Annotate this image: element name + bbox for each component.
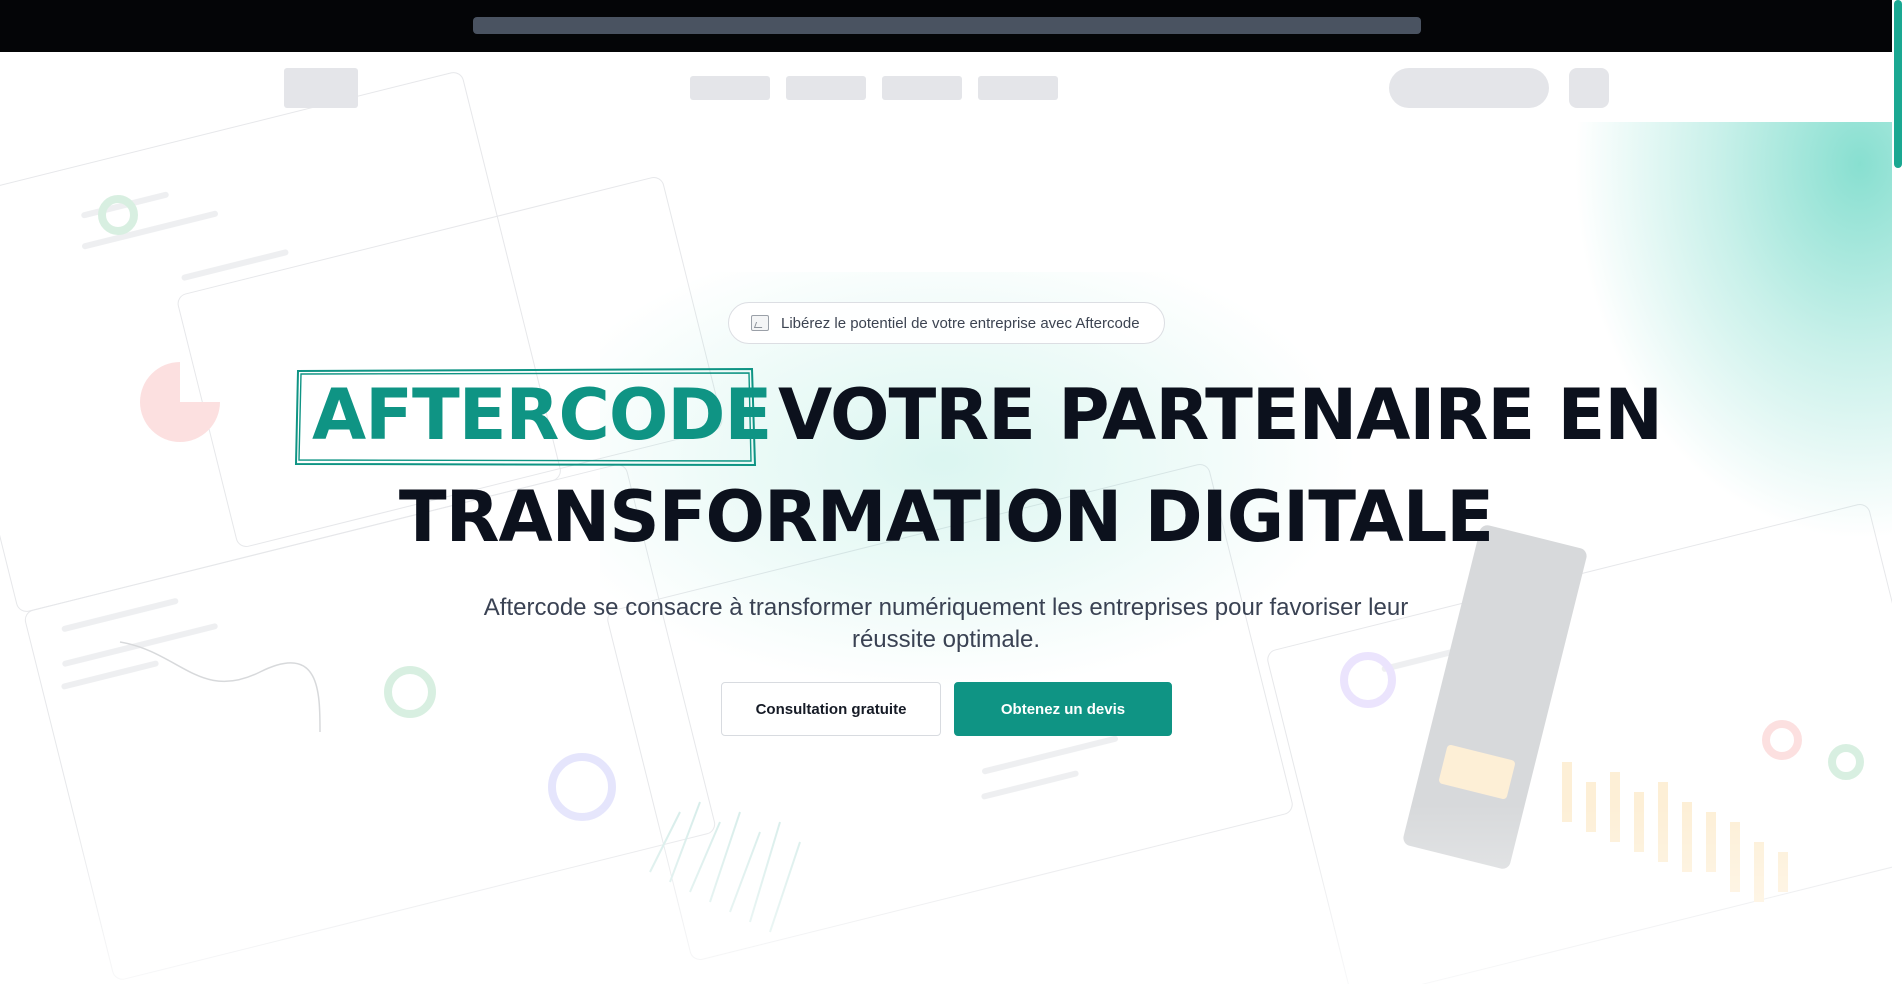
bottom-fade-decoration: [0, 804, 1892, 984]
nav-cta-placeholder[interactable]: [1389, 68, 1549, 108]
nav-item-placeholder-1[interactable]: [690, 76, 770, 100]
consultation-button[interactable]: Consultation gratuite: [721, 682, 941, 736]
nav-item-placeholder-3[interactable]: [882, 76, 962, 100]
broken-image-icon: [751, 315, 769, 331]
nav-item-placeholder-2[interactable]: [786, 76, 866, 100]
quote-button[interactable]: Obtenez un devis: [954, 682, 1172, 736]
scrollbar[interactable]: [1892, 0, 1902, 984]
top-bar: [0, 0, 1902, 52]
scrollbar-thumb[interactable]: [1894, 0, 1902, 168]
navbar: [0, 52, 1892, 124]
hero-subtitle: Aftercode se consacre à transformer numé…: [483, 594, 1409, 653]
hero-badge: Libérez le potentiel de votre entreprise…: [728, 302, 1165, 344]
headline-line-1-rest: VOTRE PARTENAIRE EN: [778, 374, 1663, 456]
badge-text: Libérez le potentiel de votre entreprise…: [781, 314, 1140, 332]
brand-word: AFTERCODE: [312, 374, 772, 456]
logo-placeholder[interactable]: [284, 68, 358, 108]
headline-line-1: AFTERCODE VOTRE PARTENAIRE EN: [0, 365, 1892, 465]
headline-line-2: TRANSFORMATION DIGITALE: [398, 476, 1494, 558]
address-bar-placeholder: [473, 17, 1421, 34]
nav-item-placeholder-4[interactable]: [978, 76, 1058, 100]
menu-icon-placeholder[interactable]: [1569, 68, 1609, 108]
